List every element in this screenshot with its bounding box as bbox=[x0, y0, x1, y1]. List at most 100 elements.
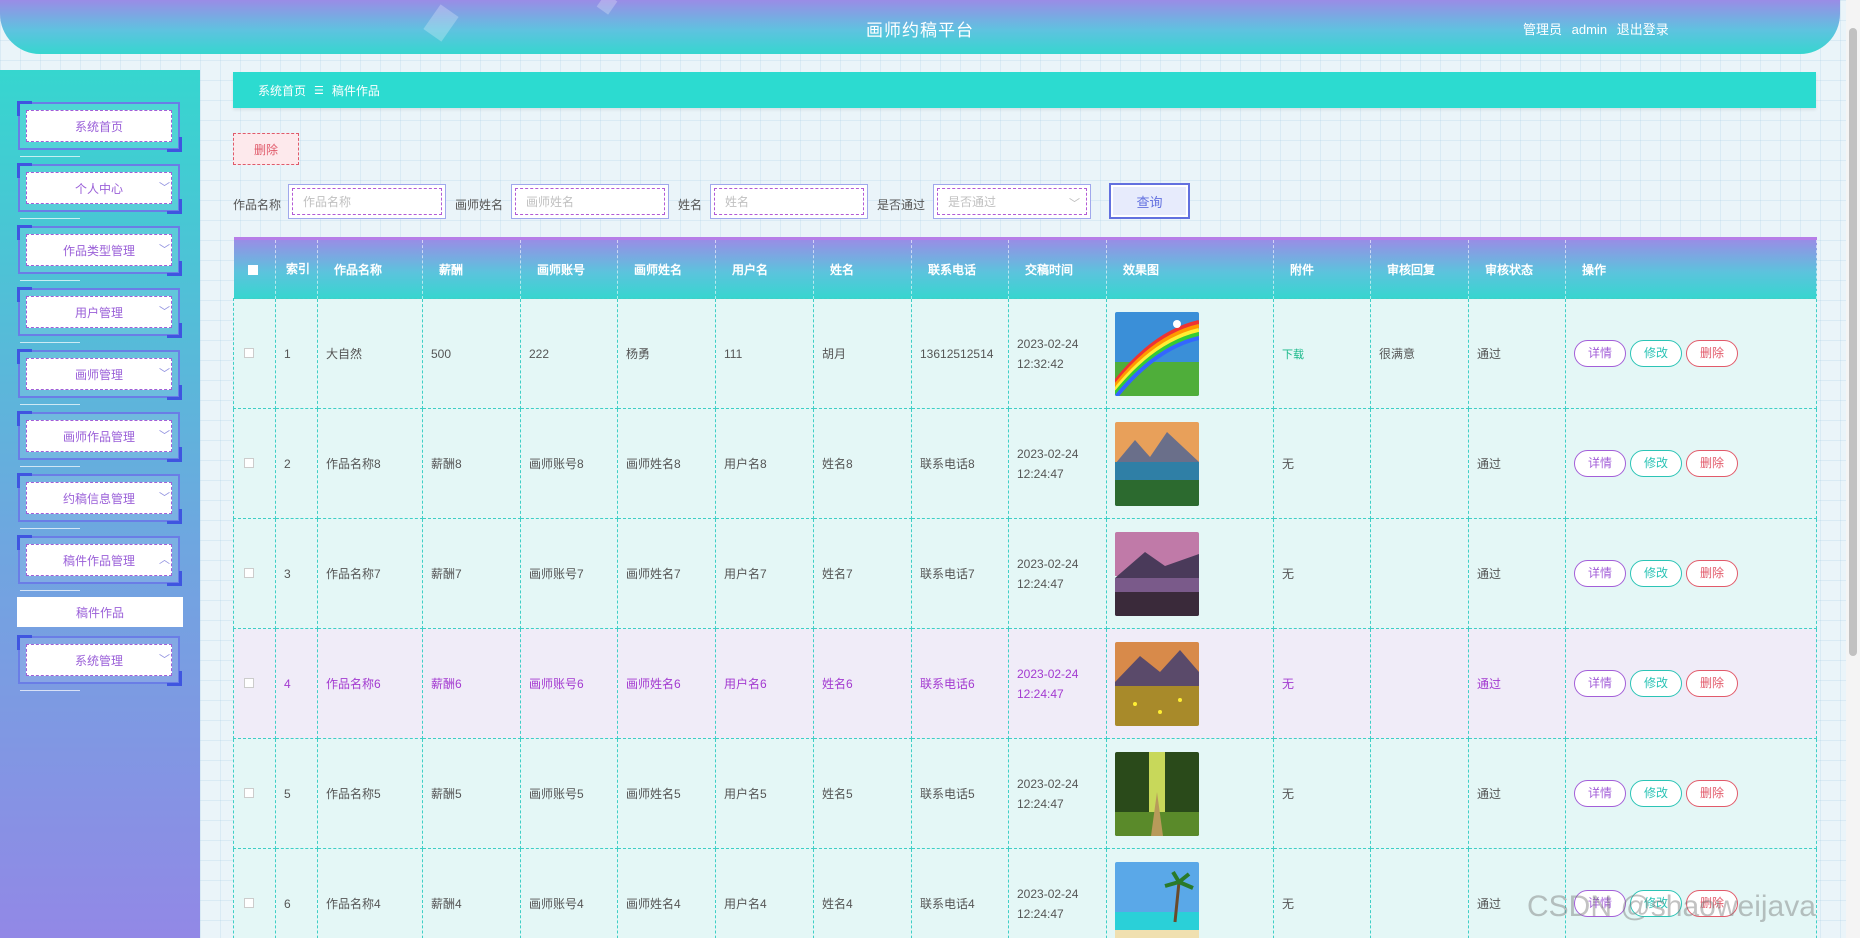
cell-status: 通过 bbox=[1468, 628, 1566, 739]
select-all-header[interactable] bbox=[233, 238, 276, 299]
effect-image[interactable] bbox=[1115, 751, 1199, 836]
name-input[interactable] bbox=[714, 188, 864, 215]
row-checkbox[interactable] bbox=[244, 787, 254, 798]
row-select-cell bbox=[233, 518, 276, 629]
row-select-cell bbox=[233, 628, 276, 739]
detail-button[interactable]: 详情 bbox=[1574, 780, 1626, 807]
column-header: 附件 bbox=[1273, 238, 1371, 299]
table-row[interactable]: 5 作品名称5 薪酬5 画师账号5 画师姓名5 用户名5 姓名5 联系电话5 2023-02-2… bbox=[233, 738, 1817, 849]
edit-button[interactable]: 修改 bbox=[1630, 560, 1682, 587]
artist-name-input[interactable] bbox=[515, 188, 665, 215]
column-header: 画师账号 bbox=[520, 238, 618, 299]
cell-phone: 联系电话6 bbox=[911, 628, 1009, 739]
cell-realname: 姓名4 bbox=[813, 848, 912, 938]
attachment-none: 无 bbox=[1282, 787, 1295, 801]
row-checkbox[interactable] bbox=[244, 347, 254, 358]
cell-name: 作品名称6 bbox=[317, 628, 423, 739]
delete-button[interactable]: 删除 bbox=[1686, 450, 1738, 477]
sidebar-item-users[interactable]: 用户管理 ﹀ bbox=[17, 287, 182, 338]
attachment-none: 无 bbox=[1282, 457, 1295, 471]
cell-user: 用户名5 bbox=[715, 738, 814, 849]
sidebar-item-commissions[interactable]: 约稿信息管理 ﹀ bbox=[17, 473, 182, 524]
cell-reply bbox=[1370, 628, 1469, 739]
sidebar-item-manuscript-works[interactable]: 稿件作品管理 ︿ bbox=[17, 535, 182, 586]
edit-button[interactable]: 修改 bbox=[1630, 450, 1682, 477]
effect-image-cell bbox=[1106, 408, 1274, 519]
attachment-none: 无 bbox=[1282, 897, 1295, 911]
delete-button[interactable]: 删除 bbox=[1686, 670, 1738, 697]
submenu-manuscript-works[interactable]: 稿件作品 bbox=[17, 597, 183, 627]
cell-artist: 画师姓名7 bbox=[617, 518, 716, 629]
sidebar-item-personal-center[interactable]: 个人中心 ﹀ bbox=[17, 163, 182, 214]
edit-button[interactable]: 修改 bbox=[1630, 780, 1682, 807]
row-checkbox[interactable] bbox=[244, 567, 254, 578]
effect-image[interactable] bbox=[1115, 641, 1199, 726]
cell-realname: 姓名8 bbox=[813, 408, 912, 519]
batch-delete-button[interactable]: 删除 bbox=[233, 133, 299, 165]
effect-image[interactable] bbox=[1115, 311, 1199, 396]
breadcrumb-home[interactable]: 系统首页 bbox=[258, 82, 306, 99]
row-checkbox[interactable] bbox=[244, 677, 254, 688]
chevron-down-icon: ﹀ bbox=[159, 182, 170, 195]
download-link[interactable]: 下载 bbox=[1282, 349, 1304, 361]
work-name-field-wrap bbox=[288, 184, 446, 219]
effect-image[interactable] bbox=[1115, 861, 1199, 938]
logout-link[interactable]: 退出登录 bbox=[1617, 22, 1669, 37]
table-row[interactable]: 1 大自然 500 222 杨勇 111 胡月 13612512514 2023-02-24 1… bbox=[233, 298, 1817, 409]
scrollbar-thumb[interactable] bbox=[1849, 28, 1857, 656]
row-checkbox[interactable] bbox=[244, 897, 254, 908]
column-header: 索引 bbox=[275, 238, 318, 299]
cell-realname: 姓名6 bbox=[813, 628, 912, 739]
sidebar-item-label: 系统首页 bbox=[74, 119, 123, 134]
cell-phone: 13612512514 bbox=[911, 298, 1009, 409]
cell-time: 2023-02-24 12:24:47 bbox=[1008, 628, 1107, 739]
sidebar-item-home[interactable]: 系统首页 bbox=[17, 101, 182, 152]
detail-button[interactable]: 详情 bbox=[1574, 670, 1626, 697]
column-header: 效果图 bbox=[1106, 238, 1274, 299]
cell-idx: 1 bbox=[275, 298, 318, 409]
detail-button[interactable]: 详情 bbox=[1574, 340, 1626, 367]
cell-idx: 5 bbox=[275, 738, 318, 849]
edit-button[interactable]: 修改 bbox=[1630, 670, 1682, 697]
cell-realname: 姓名7 bbox=[813, 518, 912, 629]
detail-button[interactable]: 详情 bbox=[1574, 450, 1626, 477]
query-button[interactable]: 查询 bbox=[1109, 183, 1190, 219]
work-name-input[interactable] bbox=[292, 188, 442, 215]
cell-pay: 薪酬6 bbox=[422, 628, 521, 739]
cell-time: 2023-02-24 12:24:47 bbox=[1008, 738, 1107, 849]
effect-image-cell bbox=[1106, 628, 1274, 739]
cell-phone: 联系电话5 bbox=[911, 738, 1009, 849]
cell-pay: 薪酬7 bbox=[422, 518, 521, 629]
detail-button[interactable]: 详情 bbox=[1574, 560, 1626, 587]
cell-artist: 画师姓名8 bbox=[617, 408, 716, 519]
delete-button[interactable]: 删除 bbox=[1686, 780, 1738, 807]
edit-button[interactable]: 修改 bbox=[1630, 340, 1682, 367]
cell-name: 作品名称4 bbox=[317, 848, 423, 938]
cell-artist: 杨勇 bbox=[617, 298, 716, 409]
sidebar-item-label: 画师作品管理 bbox=[62, 429, 135, 444]
approved-select[interactable] bbox=[937, 188, 1087, 215]
sidebar-item-work-type[interactable]: 作品类型管理 ﹀ bbox=[17, 225, 182, 276]
cell-acct: 画师账号5 bbox=[520, 738, 618, 849]
effect-image[interactable] bbox=[1115, 421, 1199, 506]
approved-select-wrap: ﹀ bbox=[933, 184, 1091, 219]
delete-button[interactable]: 删除 bbox=[1686, 340, 1738, 367]
sidebar-item-artist-works[interactable]: 画师作品管理 ﹀ bbox=[17, 411, 182, 462]
effect-image[interactable] bbox=[1115, 531, 1199, 616]
column-header: 姓名 bbox=[813, 238, 912, 299]
delete-button[interactable]: 删除 bbox=[1686, 560, 1738, 587]
row-checkbox[interactable] bbox=[244, 457, 254, 468]
vertical-scrollbar[interactable] bbox=[1846, 0, 1860, 938]
table-row[interactable]: 4 作品名称6 薪酬6 画师账号6 画师姓名6 用户名6 姓名6 联系电话6 2023-02-2… bbox=[233, 628, 1817, 739]
sidebar-item-system[interactable]: 系统管理 ﹀ bbox=[17, 635, 182, 686]
cell-acct: 画师账号4 bbox=[520, 848, 618, 938]
table-row[interactable]: 3 作品名称7 薪酬7 画师账号7 画师姓名7 用户名7 姓名7 联系电话7 2023-02-2… bbox=[233, 518, 1817, 629]
row-actions: 详情 修改 删除 bbox=[1565, 628, 1817, 739]
attachment-none: 无 bbox=[1282, 677, 1295, 691]
select-all-checkbox[interactable] bbox=[247, 264, 258, 275]
sidebar-item-artists[interactable]: 画师管理 ﹀ bbox=[17, 349, 182, 400]
user-role: 管理员 bbox=[1523, 22, 1563, 37]
name-field-wrap bbox=[710, 184, 868, 219]
table-row[interactable]: 2 作品名称8 薪酬8 画师账号8 画师姓名8 用户名8 姓名8 联系电话8 2023-02-2… bbox=[233, 408, 1817, 519]
cell-acct: 画师账号7 bbox=[520, 518, 618, 629]
